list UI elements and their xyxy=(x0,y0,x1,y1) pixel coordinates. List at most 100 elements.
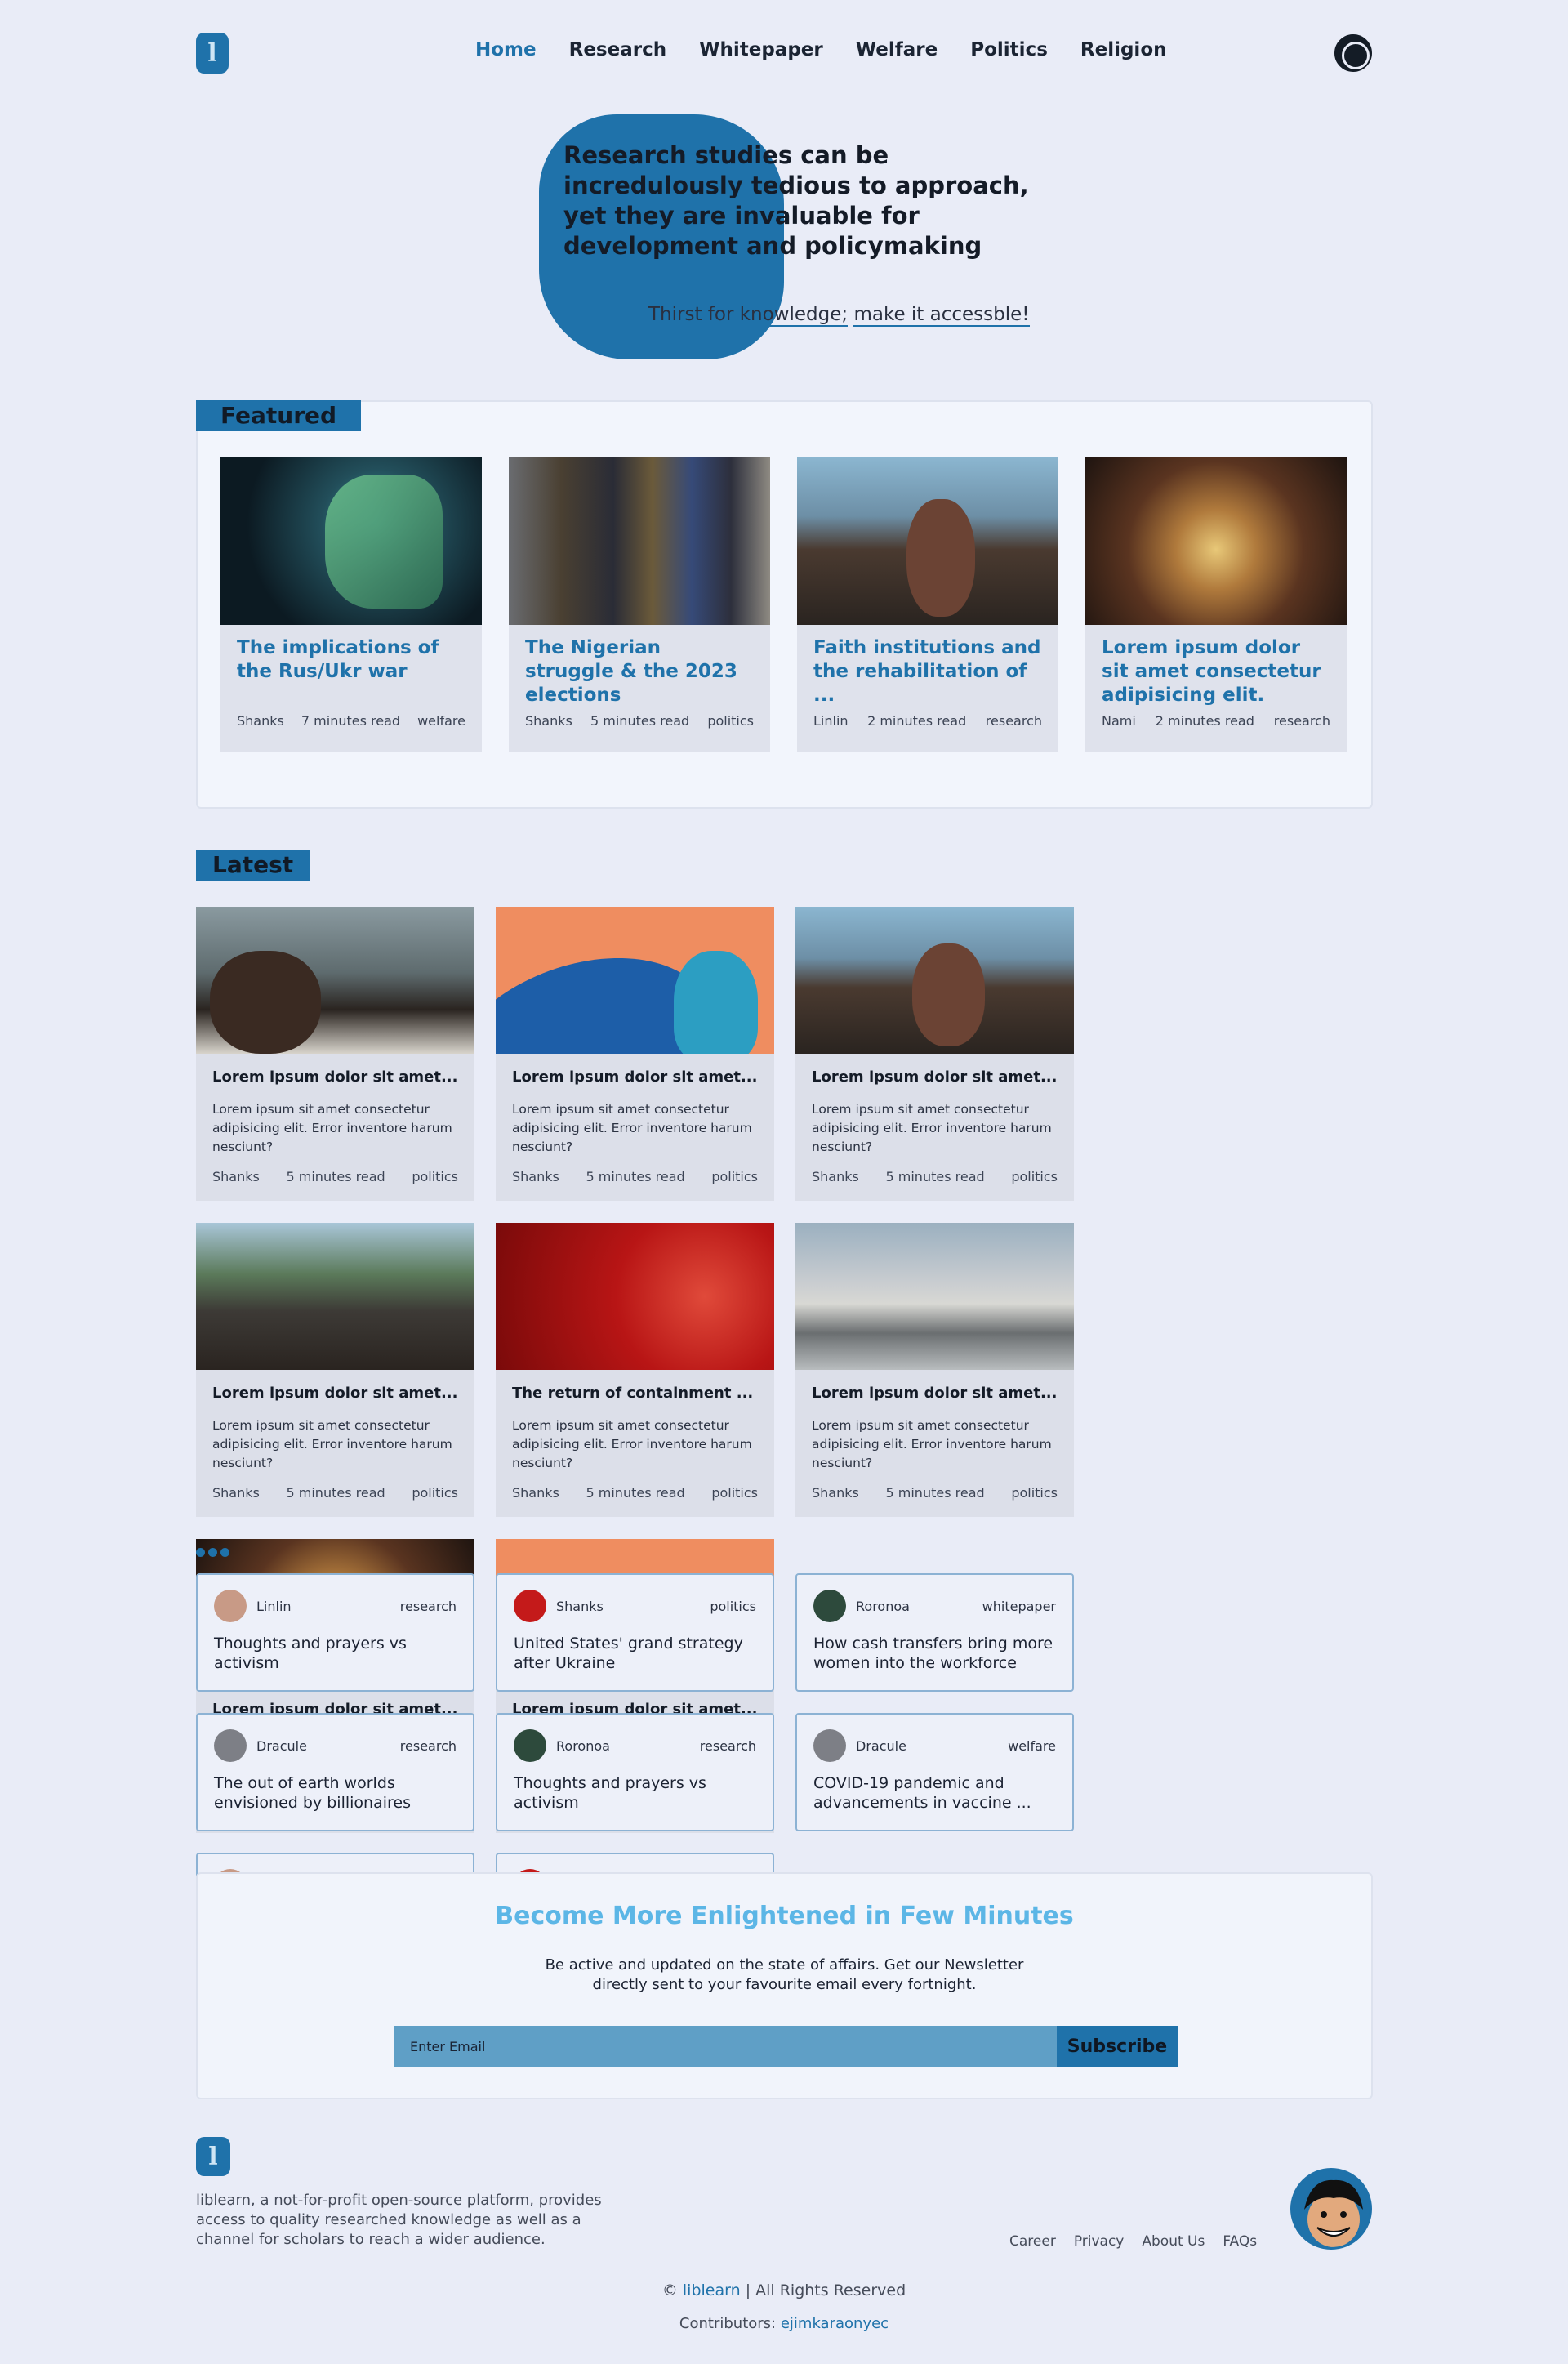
footer-description: liblearn, a not-for-profit open-source p… xyxy=(196,2192,602,2248)
read-time: 5 minutes read xyxy=(586,1485,685,1501)
subscribe-button[interactable]: Subscribe xyxy=(1057,2026,1178,2067)
latest-card[interactable]: Lorem ipsum dolor sit amet... Lorem ipsu… xyxy=(196,1223,474,1517)
category: welfare xyxy=(417,713,466,729)
category: politics xyxy=(711,1169,758,1184)
post-card[interactable]: Shanks politics United States' grand str… xyxy=(496,1573,774,1692)
post-header: Roronoa whitepaper xyxy=(813,1590,1056,1622)
read-time: 5 minutes read xyxy=(286,1485,385,1501)
latest-excerpt: Lorem ipsum sit amet consectetur adipisi… xyxy=(812,1102,1052,1154)
footer-link-about[interactable]: About Us xyxy=(1142,2233,1205,2250)
post-category: politics xyxy=(710,1598,756,1614)
latest-meta: Shanks 5 minutes read politics xyxy=(512,1169,758,1184)
latest-image xyxy=(496,907,774,1054)
email-input[interactable] xyxy=(394,2026,1057,2067)
nav-whitepaper[interactable]: Whitepaper xyxy=(699,39,823,60)
post-title[interactable]: Thoughts and prayers vs activism xyxy=(514,1773,756,1813)
author: Nami xyxy=(1102,713,1136,729)
post-card[interactable]: Dracule research The out of earth worlds… xyxy=(196,1713,474,1831)
featured-meta: Nami 2 minutes read research xyxy=(1085,713,1347,729)
featured-image xyxy=(797,457,1058,625)
latest-card[interactable]: Lorem ipsum dolor sit amet... Lorem ipsu… xyxy=(795,1223,1074,1517)
post-category: research xyxy=(699,1737,756,1754)
post-title[interactable]: The out of earth worlds envisioned by bi… xyxy=(214,1773,457,1813)
featured-card[interactable]: Faith institutions and the rehabilitatio… xyxy=(797,457,1058,752)
latest-title[interactable]: Lorem ipsum dolor sit amet... xyxy=(212,1385,458,1402)
latest-title[interactable]: Lorem ipsum dolor sit amet... xyxy=(212,1068,458,1086)
latest-card[interactable]: Lorem ipsum dolor sit amet... Lorem ipsu… xyxy=(496,907,774,1201)
hero-title: Research studies can be incredulously te… xyxy=(564,141,1029,260)
post-category: research xyxy=(399,1598,457,1614)
post-header: Dracule welfare xyxy=(813,1729,1056,1762)
copyright-symbol: © xyxy=(662,2281,678,2299)
footer-link-privacy[interactable]: Privacy xyxy=(1074,2233,1125,2250)
author: Shanks xyxy=(237,713,284,729)
post-card[interactable]: Roronoa whitepaper How cash transfers br… xyxy=(795,1573,1074,1692)
featured-title[interactable]: The Nigerian struggle & the 2023 electio… xyxy=(509,625,770,713)
nav-politics[interactable]: Politics xyxy=(970,39,1048,60)
featured-card[interactable]: The implications of the Rus/Ukr war Shan… xyxy=(220,457,482,752)
logo-glyph: l xyxy=(208,2142,218,2171)
latest-image xyxy=(795,907,1074,1054)
read-time: 5 minutes read xyxy=(885,1169,985,1184)
footer-link-career[interactable]: Career xyxy=(1009,2233,1056,2250)
nav-welfare[interactable]: Welfare xyxy=(856,39,938,60)
newsletter-text: Be active and updated on the state of af… xyxy=(198,1956,1371,1995)
nav-religion[interactable]: Religion xyxy=(1080,39,1167,60)
brand-link[interactable]: liblearn xyxy=(683,2281,741,2299)
theme-toggle-icon[interactable] xyxy=(1334,34,1372,72)
post-category: welfare xyxy=(1008,1737,1056,1754)
contributor-link[interactable]: ejimkaraonyec xyxy=(781,2315,889,2332)
read-time: 2 minutes read xyxy=(867,713,967,729)
author: Shanks xyxy=(812,1485,859,1501)
category: politics xyxy=(707,713,754,729)
featured-title[interactable]: Faith institutions and the rehabilitatio… xyxy=(797,625,1058,713)
post-category: whitepaper xyxy=(982,1598,1056,1614)
author: Linlin xyxy=(813,713,849,729)
post-title[interactable]: Thoughts and prayers vs activism xyxy=(214,1634,457,1673)
featured-card[interactable]: Lorem ipsum dolor sit amet consectetur a… xyxy=(1085,457,1347,752)
latest-card[interactable]: The return of containment ... Lorem ipsu… xyxy=(496,1223,774,1517)
footer-link-faqs[interactable]: FAQs xyxy=(1223,2233,1257,2250)
post-card[interactable]: Dracule welfare COVID-19 pandemic and ad… xyxy=(795,1713,1074,1831)
latest-title[interactable]: Lorem ipsum dolor sit amet... xyxy=(512,1068,758,1086)
post-title[interactable]: How cash transfers bring more women into… xyxy=(813,1634,1056,1673)
author: Shanks xyxy=(812,1169,859,1184)
contributors: Contributors: ejimkaraonyec xyxy=(0,2315,1568,2332)
more-dots-icon[interactable] xyxy=(196,1548,229,1557)
featured-title[interactable]: The implications of the Rus/Ukr war xyxy=(220,625,482,713)
featured-cards: The implications of the Rus/Ukr war Shan… xyxy=(220,457,1347,752)
category: politics xyxy=(1011,1169,1058,1184)
contributor-avatar[interactable] xyxy=(1290,2168,1372,2250)
newsletter-text-body: Be active and updated on the state of af… xyxy=(545,1956,1024,1993)
avatar xyxy=(514,1729,546,1762)
read-time: 7 minutes read xyxy=(301,713,401,729)
post-author: Shanks xyxy=(556,1598,604,1614)
post-header: Dracule research xyxy=(214,1729,457,1762)
category: politics xyxy=(412,1169,458,1184)
latest-title[interactable]: Lorem ipsum dolor sit amet... xyxy=(812,1385,1058,1402)
latest-card[interactable]: Lorem ipsum dolor sit amet... Lorem ipsu… xyxy=(795,907,1074,1201)
latest-title[interactable]: The return of containment ... xyxy=(512,1385,758,1402)
nav-home[interactable]: Home xyxy=(475,39,537,60)
nav-research[interactable]: Research xyxy=(569,39,666,60)
post-card[interactable]: Linlin research Thoughts and prayers vs … xyxy=(196,1573,474,1692)
latest-excerpt: Lorem ipsum sit amet consectetur adipisi… xyxy=(512,1418,752,1470)
site-logo[interactable]: l xyxy=(196,33,229,74)
featured-meta: Shanks 7 minutes read welfare xyxy=(220,713,482,729)
featured-card[interactable]: The Nigerian struggle & the 2023 electio… xyxy=(509,457,770,752)
post-title[interactable]: United States' grand strategy after Ukra… xyxy=(514,1634,756,1673)
featured-meta: Linlin 2 minutes read research xyxy=(797,713,1058,729)
featured-meta: Shanks 5 minutes read politics xyxy=(509,713,770,729)
latest-card[interactable]: Lorem ipsum dolor sit amet... Lorem ipsu… xyxy=(196,907,474,1201)
post-card[interactable]: Roronoa research Thoughts and prayers vs… xyxy=(496,1713,774,1831)
newsletter-section: Become More Enlightened in Few Minutes B… xyxy=(196,1872,1373,2099)
featured-title[interactable]: Lorem ipsum dolor sit amet consectetur a… xyxy=(1085,625,1347,713)
read-time: 5 minutes read xyxy=(885,1485,985,1501)
footer-logo[interactable]: l xyxy=(196,2137,230,2176)
latest-image xyxy=(795,1223,1074,1370)
latest-image xyxy=(196,1223,474,1370)
logo-glyph: l xyxy=(207,38,217,68)
latest-title[interactable]: Lorem ipsum dolor sit amet... xyxy=(812,1068,1058,1086)
post-title[interactable]: COVID-19 pandemic and advancements in va… xyxy=(813,1773,1056,1813)
latest-meta: Shanks 5 minutes read politics xyxy=(212,1485,458,1501)
